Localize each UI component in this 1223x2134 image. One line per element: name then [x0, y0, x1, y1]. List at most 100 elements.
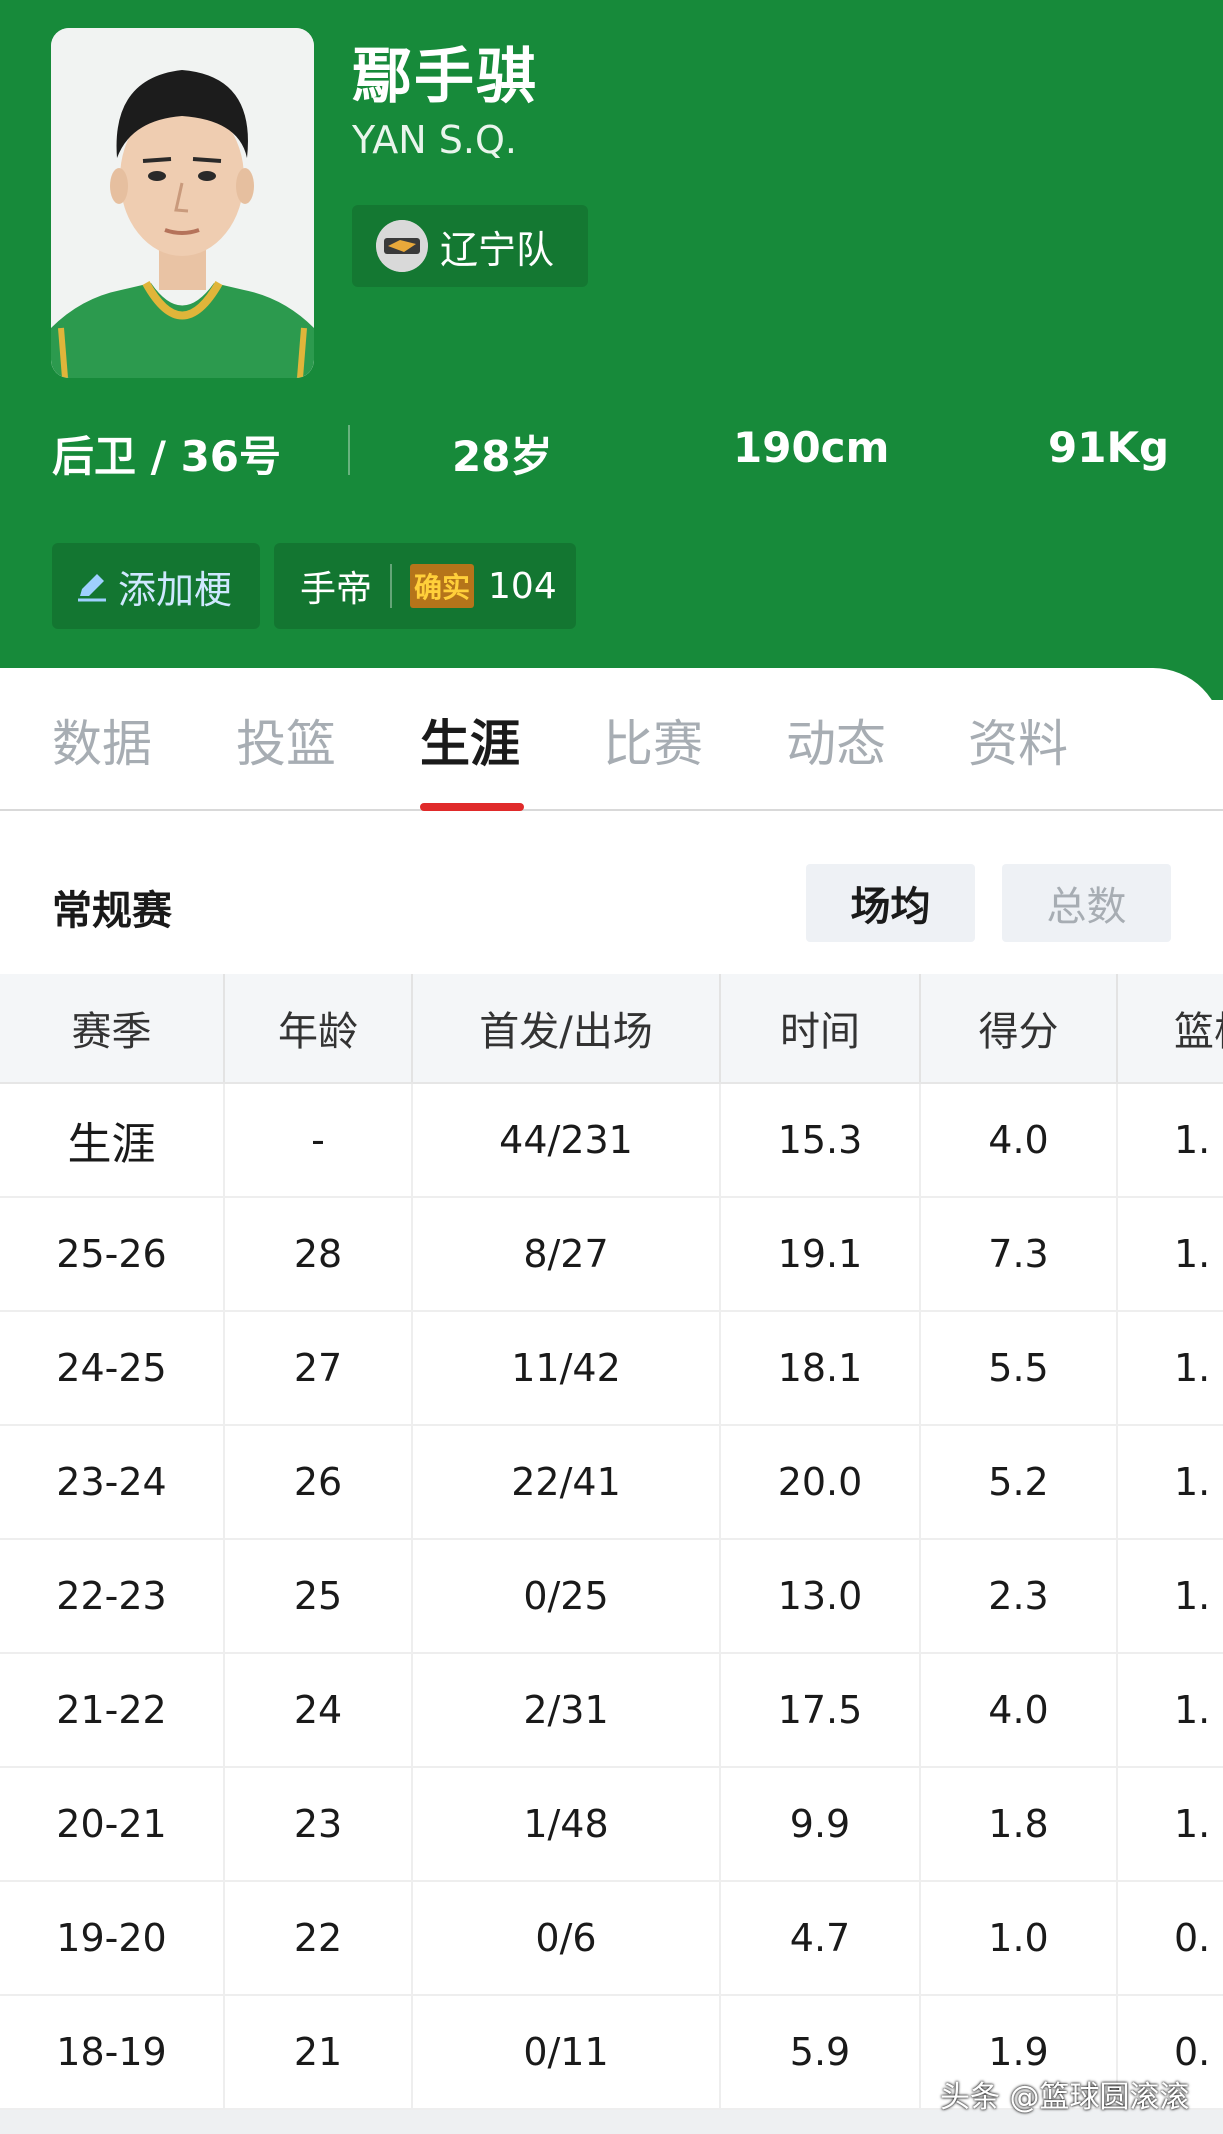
info-divider — [348, 425, 350, 475]
cell-rebounds: 1. — [1118, 1084, 1223, 1196]
cell-age: 27 — [225, 1312, 413, 1424]
cell-season: 22-23 — [0, 1540, 225, 1652]
player-name-cn: 鄢手骐 — [352, 42, 538, 112]
cell-points: 1.8 — [921, 1768, 1118, 1880]
section-title: 常规赛 — [52, 888, 172, 934]
totals-toggle[interactable]: 总数 — [1002, 864, 1171, 942]
cell-minutes: 18.1 — [721, 1312, 921, 1424]
tab-shooting[interactable]: 投篮 — [236, 704, 336, 776]
header-rebounds[interactable]: 篮板 — [1118, 974, 1223, 1082]
career-stats-table: 赛季 年龄 首发/出场 时间 得分 篮板 生涯 - 44/231 15.3 4.… — [0, 974, 1223, 2134]
emperor-divider — [390, 564, 393, 608]
table-row: 25-26 28 8/27 19.1 7.3 1. — [0, 1198, 1223, 1312]
table-row: 20-21 23 1/48 9.9 1.8 1. — [0, 1768, 1223, 1882]
active-tab-indicator — [420, 803, 524, 811]
cell-rebounds: 0. — [1118, 1882, 1223, 1994]
add-meme-button[interactable]: 添加梗 — [52, 543, 260, 629]
pencil-icon — [78, 574, 106, 602]
cell-rebounds: 1. — [1118, 1768, 1223, 1880]
table-row: 生涯 - 44/231 15.3 4.0 1. — [0, 1084, 1223, 1198]
tab-games[interactable]: 比赛 — [603, 704, 703, 776]
header-starts-games[interactable]: 首发/出场 — [413, 974, 721, 1082]
emperor-tag: 确实 — [410, 564, 475, 608]
header-minutes[interactable]: 时间 — [721, 974, 921, 1082]
per-game-toggle[interactable]: 场均 — [806, 864, 975, 942]
add-meme-label: 添加梗 — [118, 567, 233, 612]
player-info-bar: 后卫 / 36号 28岁 190cm 91Kg — [0, 415, 1223, 491]
cell-starts-games: 2/31 — [413, 1654, 721, 1766]
cell-minutes: 5.9 — [721, 1996, 921, 2108]
tab-data[interactable]: 数据 — [52, 704, 152, 776]
cell-starts-games: 0/25 — [413, 1540, 721, 1652]
team-name: 辽宁队 — [440, 227, 555, 272]
team-logo-icon — [376, 220, 428, 272]
cell-minutes: 15.3 — [721, 1084, 921, 1196]
cell-season: 19-20 — [0, 1882, 225, 1994]
cell-minutes: 17.5 — [721, 1654, 921, 1766]
cell-rebounds: 1. — [1118, 1540, 1223, 1652]
cell-season: 18-19 — [0, 1996, 225, 2108]
cell-rebounds: 1. — [1118, 1426, 1223, 1538]
cell-rebounds: 1. — [1118, 1654, 1223, 1766]
watermark: 头条 @篮球圆滚滚 — [940, 2080, 1190, 2115]
table-row: 23-24 26 22/41 20.0 5.2 1. — [0, 1426, 1223, 1540]
table-row: 22-23 25 0/25 13.0 2.3 1. — [0, 1540, 1223, 1654]
cell-season: 生涯 — [0, 1084, 225, 1196]
cell-season: 20-21 — [0, 1768, 225, 1880]
tab-bar: 数据 投篮 生涯 比赛 动态 资料 — [0, 668, 1223, 811]
cell-minutes: 13.0 — [721, 1540, 921, 1652]
cell-season: 25-26 — [0, 1198, 225, 1310]
cell-points: 4.0 — [921, 1084, 1118, 1196]
cell-starts-games: 0/11 — [413, 1996, 721, 2108]
cell-points: 4.0 — [921, 1654, 1118, 1766]
emperor-count: 104 — [488, 565, 557, 607]
cell-age: 24 — [225, 1654, 413, 1766]
cell-starts-games: 0/6 — [413, 1882, 721, 1994]
header-season[interactable]: 赛季 — [0, 974, 225, 1082]
cell-starts-games: 22/41 — [413, 1426, 721, 1538]
table-row: 19-20 22 0/6 4.7 1.0 0. — [0, 1882, 1223, 1996]
cell-rebounds: 1. — [1118, 1198, 1223, 1310]
table-row: 24-25 27 11/42 18.1 5.5 1. — [0, 1312, 1223, 1426]
table-header-row: 赛季 年龄 首发/出场 时间 得分 篮板 — [0, 974, 1223, 1084]
tab-news[interactable]: 动态 — [786, 704, 886, 776]
tab-career[interactable]: 生涯 — [420, 704, 520, 776]
cell-starts-games: 8/27 — [413, 1198, 721, 1310]
cell-starts-games: 11/42 — [413, 1312, 721, 1424]
player-weight: 91Kg — [1048, 423, 1170, 472]
cell-points: 2.3 — [921, 1540, 1118, 1652]
cell-points: 5.2 — [921, 1426, 1118, 1538]
cell-minutes: 19.1 — [721, 1198, 921, 1310]
table-row: 21-22 24 2/31 17.5 4.0 1. — [0, 1654, 1223, 1768]
cell-age: 23 — [225, 1768, 413, 1880]
player-name-en: YAN S.Q. — [352, 118, 517, 162]
cell-age: 26 — [225, 1426, 413, 1538]
emperor-vote-button[interactable]: 手帝 确实 104 — [274, 543, 576, 629]
team-badge[interactable]: 辽宁队 — [352, 205, 588, 287]
cell-starts-games: 1/48 — [413, 1768, 721, 1880]
cell-season: 24-25 — [0, 1312, 225, 1424]
player-page: 鄢手骐 YAN S.Q. 辽宁队 后卫 / 36号 28岁 190cm 91Kg — [0, 0, 1223, 2134]
cell-points: 1.0 — [921, 1882, 1118, 1994]
player-portrait-icon — [51, 28, 314, 378]
player-age: 28岁 — [452, 432, 553, 481]
cell-minutes: 4.7 — [721, 1882, 921, 1994]
header-points[interactable]: 得分 — [921, 974, 1118, 1082]
tab-profile[interactable]: 资料 — [968, 704, 1068, 776]
cell-minutes: 20.0 — [721, 1426, 921, 1538]
cell-age: 28 — [225, 1198, 413, 1310]
content-sheet: 数据 投篮 生涯 比赛 动态 资料 常规赛 场均 总数 赛季 年龄 首发/出场 … — [0, 668, 1223, 2134]
cell-points: 5.5 — [921, 1312, 1118, 1424]
cell-rebounds: 1. — [1118, 1312, 1223, 1424]
header-age[interactable]: 年龄 — [225, 974, 413, 1082]
cell-age: 22 — [225, 1882, 413, 1994]
cell-age: 25 — [225, 1540, 413, 1652]
cell-season: 21-22 — [0, 1654, 225, 1766]
player-position-number: 后卫 / 36号 — [52, 432, 282, 481]
player-height: 190cm — [733, 423, 890, 472]
player-photo — [51, 28, 314, 378]
player-header: 鄢手骐 YAN S.Q. 辽宁队 后卫 / 36号 28岁 190cm 91Kg — [0, 0, 1223, 700]
emperor-label: 手帝 — [300, 569, 373, 610]
cell-starts-games: 44/231 — [413, 1084, 721, 1196]
cell-points: 7.3 — [921, 1198, 1118, 1310]
